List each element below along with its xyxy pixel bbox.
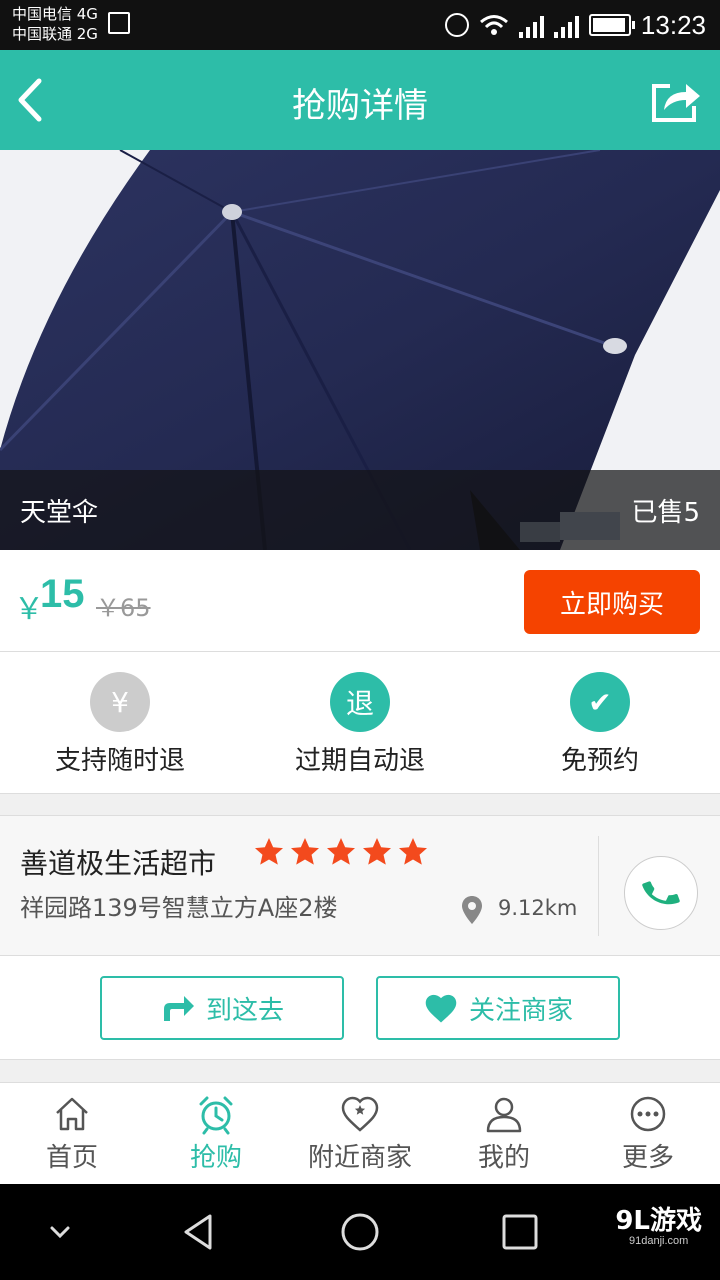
sold-count: 已售5 (631, 498, 700, 528)
tab-label: 附近商家 (307, 1143, 412, 1173)
signal-2g-icon (553, 12, 579, 38)
star-icon (327, 838, 355, 865)
home-icon (56, 1097, 88, 1131)
signal-4g-icon (518, 12, 544, 38)
yen-icon: ¥ (90, 672, 150, 732)
system-nav-bar: 9L游戏 91danji.com (0, 1184, 720, 1280)
star-icon (399, 838, 427, 865)
divider (598, 836, 599, 936)
wifi-icon (479, 15, 508, 35)
back-triangle-icon[interactable] (178, 1210, 222, 1254)
share-button[interactable] (650, 78, 702, 124)
bottom-tab-bar: 首页 抢购 附近商家 我的 更多 (0, 1082, 720, 1184)
alarm-icon (444, 13, 469, 37)
app-header: 抢购详情 (0, 50, 720, 150)
tab-label: 首页 (45, 1143, 98, 1173)
tab-nearby-merchants[interactable]: 附近商家 (288, 1083, 432, 1184)
navigate-button[interactable]: 到这去 (100, 976, 344, 1040)
follow-label: 关注商家 (468, 995, 573, 1026)
more-icon (630, 1096, 666, 1132)
distance: 9.12km (498, 896, 578, 920)
heart-icon (425, 994, 457, 1023)
feature-label: 支持随时退 (54, 746, 185, 776)
watermark-logo: 9L游戏 91danji.com (615, 1200, 702, 1247)
watermark-main: 9L游戏 (615, 1206, 702, 1236)
heart-star-icon (341, 1096, 379, 1132)
navigate-label: 到这去 (205, 995, 284, 1026)
carrier-1: 中国电信 4G (12, 5, 98, 23)
feature-auto-refund: 退 过期自动退 (240, 652, 480, 793)
turn-right-arrow-icon (163, 996, 194, 1021)
carrier-2: 中国联通 2G (12, 25, 98, 43)
current-price: 15 (40, 572, 85, 616)
tab-label: 我的 (477, 1143, 530, 1173)
feature-no-reservation: ✔ 免预约 (480, 652, 720, 793)
star-icon (363, 838, 391, 865)
price-row: ￥ 15 ￥65 立即购买 (0, 550, 720, 652)
refund-icon: 退 (330, 672, 390, 732)
section-divider (0, 794, 720, 816)
checkmark-icon: ✔ (570, 672, 630, 732)
service-features: ¥ 支持随时退 退 过期自动退 ✔ 免预约 (0, 652, 720, 794)
product-info-bar: 天堂伞 已售5 (0, 470, 720, 550)
merchant-address: 祥园路139号智慧立方A座2楼 (20, 894, 338, 922)
clock: 13:23 (640, 9, 706, 40)
rating-stars (252, 836, 430, 868)
chevron-down-icon[interactable] (38, 1210, 82, 1254)
feature-refund-anytime: ¥ 支持随时退 (0, 652, 240, 793)
merchant-name: 善道极生活超市 (20, 847, 217, 880)
tab-more[interactable]: 更多 (576, 1083, 720, 1184)
location-pin-icon (462, 896, 482, 924)
product-image: 天堂伞 已售5 (0, 150, 720, 550)
star-icon (255, 838, 283, 865)
feature-label: 过期自动退 (294, 746, 425, 776)
status-bar: 中国电信 4G 中国联通 2G 13:23 (0, 0, 720, 50)
call-button[interactable] (624, 856, 698, 930)
home-circle-icon[interactable] (338, 1210, 382, 1254)
battery-icon (588, 14, 635, 36)
image-notification-icon (108, 12, 130, 34)
phone-icon (642, 881, 680, 905)
tab-label: 更多 (621, 1143, 674, 1173)
tab-flash-sale[interactable]: 抢购 (144, 1083, 288, 1184)
product-name: 天堂伞 (20, 498, 99, 528)
follow-merchant-button[interactable]: 关注商家 (376, 976, 620, 1040)
carrier-info: 中国电信 4G 中国联通 2G (12, 4, 98, 44)
tab-label: 抢购 (189, 1143, 242, 1173)
recents-square-icon[interactable] (498, 1210, 542, 1254)
star-icon (291, 838, 319, 865)
user-icon (486, 1097, 522, 1133)
page-title: 抢购详情 (292, 86, 428, 126)
tab-mine[interactable]: 我的 (432, 1083, 576, 1184)
original-price: ￥65 (96, 594, 151, 622)
alarm-clock-icon (199, 1096, 233, 1135)
tab-home[interactable]: 首页 (0, 1083, 144, 1184)
section-divider (0, 1060, 720, 1082)
merchant-card[interactable]: 善道极生活超市 祥园路139号智慧立方A座2楼 9.12km (0, 816, 720, 956)
buy-now-button[interactable]: 立即购买 (524, 570, 700, 634)
feature-label: 免预约 (560, 746, 639, 776)
merchant-actions: 到这去 关注商家 (0, 956, 720, 1060)
